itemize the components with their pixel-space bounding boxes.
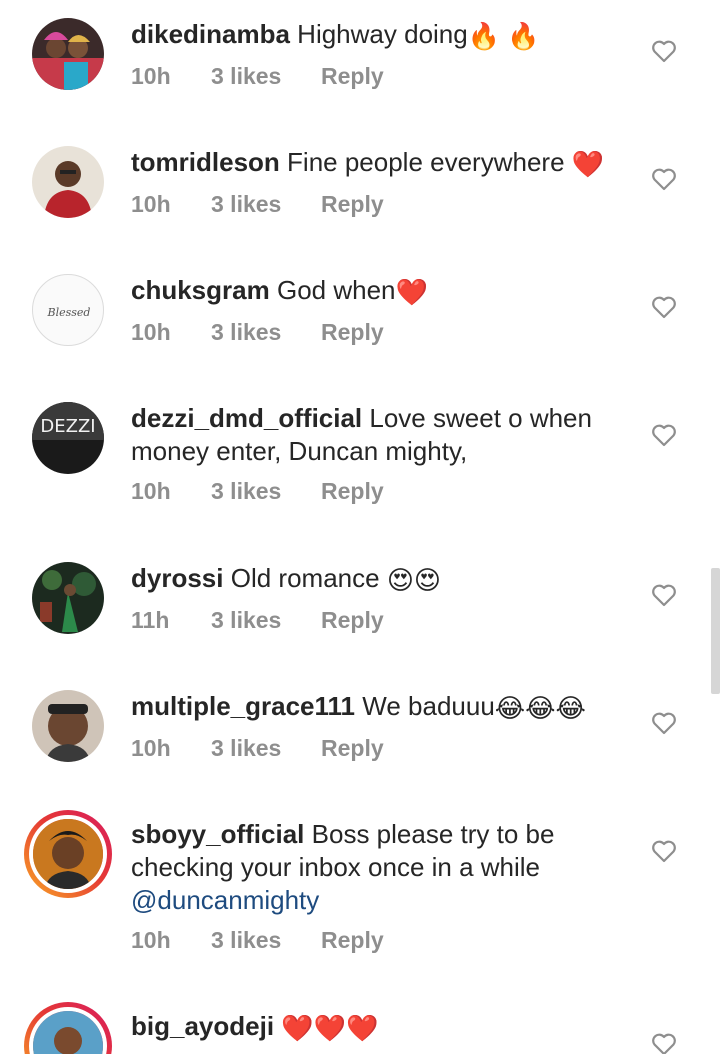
reply-button[interactable]: Reply bbox=[321, 319, 384, 346]
comment-username[interactable]: chuksgram bbox=[131, 275, 270, 305]
heart-outline-icon[interactable] bbox=[651, 295, 677, 319]
comment-emoji: ❤️ bbox=[395, 277, 428, 307]
comments-page: dikedinamba Highway doing🔥 🔥 10h 3 likes… bbox=[0, 0, 720, 1054]
comment-likes[interactable]: 3 likes bbox=[211, 319, 321, 346]
comment-text: Old romance bbox=[230, 563, 380, 593]
heart-outline-icon[interactable] bbox=[651, 1032, 677, 1054]
comment-time: 11h bbox=[131, 607, 170, 633]
comment-emoji: ❤️ bbox=[571, 149, 605, 179]
comment-time: 10h bbox=[131, 735, 171, 761]
comment-emoji: 🔥 🔥 bbox=[467, 21, 540, 51]
comment-mention[interactable]: @duncanmighty bbox=[131, 885, 319, 915]
scrollbar-thumb[interactable] bbox=[711, 568, 720, 694]
avatar[interactable] bbox=[32, 690, 104, 762]
reply-button[interactable]: Reply bbox=[321, 478, 384, 505]
comment-likes[interactable]: 3 likes bbox=[211, 191, 321, 218]
reply-button[interactable]: Reply bbox=[321, 191, 384, 218]
reply-button[interactable]: Reply bbox=[321, 607, 384, 634]
comment-emoji: 😂😂😂 bbox=[494, 693, 586, 723]
comment-username[interactable]: sboyy_official bbox=[131, 819, 304, 849]
heart-outline-icon[interactable] bbox=[651, 167, 677, 191]
comment-emoji: ❤️❤️❤️ bbox=[281, 1013, 379, 1043]
avatar[interactable]: DEZZI bbox=[32, 402, 104, 474]
comment-text: We baduuu bbox=[362, 691, 495, 721]
comment-text: God when bbox=[276, 275, 396, 305]
avatar[interactable] bbox=[32, 146, 104, 218]
heart-outline-icon[interactable] bbox=[651, 711, 677, 735]
comment-username[interactable]: multiple_grace111 bbox=[131, 691, 355, 721]
comment-username[interactable]: dikedinamba bbox=[131, 19, 290, 49]
reply-button[interactable]: Reply bbox=[321, 927, 384, 954]
heart-outline-icon[interactable] bbox=[651, 839, 677, 863]
comment-likes[interactable]: 3 likes bbox=[211, 735, 321, 762]
comment-time: 10h bbox=[131, 63, 171, 89]
avatar-text: DEZZI bbox=[40, 416, 95, 437]
comment-username[interactable]: big_ayodeji bbox=[131, 1011, 274, 1041]
comment-time: 10h bbox=[131, 927, 171, 953]
comment-likes[interactable]: 3 likes bbox=[211, 478, 321, 505]
comment-likes[interactable]: 3 likes bbox=[211, 607, 321, 634]
avatar[interactable] bbox=[32, 18, 104, 90]
comment-username[interactable]: dyrossi bbox=[131, 563, 224, 593]
avatar-story-ring[interactable] bbox=[24, 810, 112, 898]
comment-time: 10h bbox=[131, 319, 171, 345]
avatar-story-ring[interactable] bbox=[24, 1002, 112, 1054]
comment-likes[interactable]: 3 likes bbox=[211, 927, 321, 954]
comment-time: 10h bbox=[131, 478, 171, 504]
comment-likes[interactable]: 3 likes bbox=[211, 63, 321, 90]
heart-outline-icon[interactable] bbox=[651, 423, 677, 447]
avatar[interactable] bbox=[32, 562, 104, 634]
reply-button[interactable]: Reply bbox=[321, 735, 384, 762]
heart-outline-icon[interactable] bbox=[651, 39, 677, 63]
heart-outline-icon[interactable] bbox=[651, 583, 677, 607]
comment-username[interactable]: tomridleson bbox=[131, 147, 280, 177]
reply-button[interactable]: Reply bbox=[321, 63, 384, 90]
comment-text: Highway doing bbox=[297, 19, 468, 49]
avatar[interactable]: Blessed bbox=[32, 274, 104, 346]
comment-username[interactable]: dezzi_dmd_official bbox=[131, 403, 362, 433]
comment-emoji: 😍😍 bbox=[386, 565, 442, 595]
avatar-text: Blessed bbox=[47, 306, 91, 319]
comment-time: 10h bbox=[131, 191, 171, 217]
comment-text: Fine people everywhere bbox=[287, 147, 565, 177]
